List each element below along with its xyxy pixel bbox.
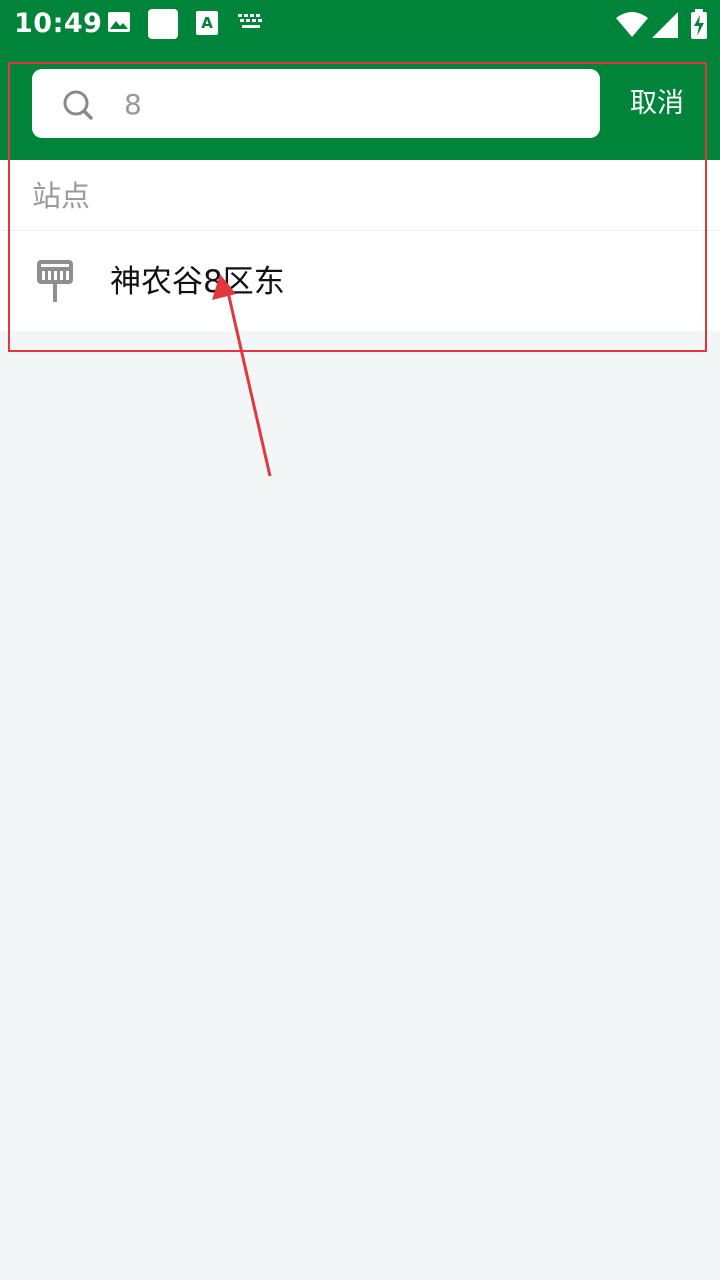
image-icon [108,12,130,32]
section-title: 站点 [32,179,91,213]
status-time: 10:49 [14,8,103,39]
wifi-icon [616,12,648,37]
signal-icon [652,12,678,38]
list-item[interactable]: 神农谷8区东 [0,231,720,331]
station-name: 神农谷8区东 [110,264,285,300]
status-bar: 10:49 A [0,0,720,50]
text-a-icon: A [196,11,218,35]
bus-stop-icon [37,260,73,302]
cancel-button[interactable]: 取消 [630,84,692,124]
section-header: 站点 [0,160,720,231]
search-icon [63,90,93,120]
search-header: 取消 [0,50,720,160]
screen: 10:49 A 8 取消 站点 神农谷8区东 [0,0,720,1280]
search-box[interactable] [32,69,600,138]
battery-charging-icon [691,9,707,39]
blank-square-icon [148,9,178,39]
search-input[interactable] [124,81,584,127]
svg-text:A: A [201,14,213,32]
keyboard-icon [238,14,262,28]
